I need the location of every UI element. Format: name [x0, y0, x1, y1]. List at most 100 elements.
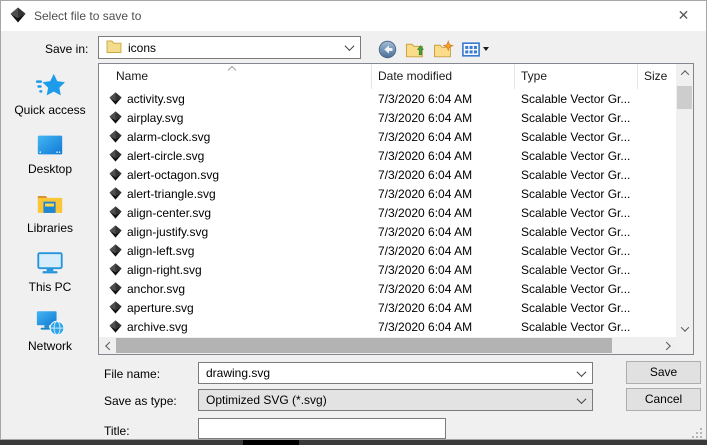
quick-access-icon — [35, 71, 65, 101]
horizontal-scrollbar[interactable] — [99, 337, 676, 354]
file-date-modified: 7/3/2020 6:04 AM — [372, 244, 515, 258]
inkscape-file-icon — [109, 301, 122, 314]
create-new-folder-button[interactable] — [433, 40, 454, 59]
file-name: alarm-clock.svg — [127, 130, 210, 144]
scroll-right-arrow[interactable] — [659, 337, 676, 354]
inkscape-file-icon — [109, 282, 122, 295]
save-as-type-label: Save as type: — [104, 394, 177, 408]
resize-grip[interactable] — [691, 427, 703, 442]
desktop-icon — [35, 130, 65, 160]
folder-new-icon — [433, 40, 454, 59]
file-name-combobox[interactable]: drawing.svg — [198, 362, 593, 384]
file-date-modified: 7/3/2020 6:04 AM — [372, 301, 515, 315]
libraries-icon — [35, 189, 65, 219]
save-button[interactable]: Save — [626, 361, 701, 384]
inkscape-file-icon — [109, 187, 122, 200]
sidebar-item-label: Quick access — [14, 103, 85, 117]
column-header-size[interactable]: Size — [638, 64, 676, 89]
cancel-button[interactable]: Cancel — [626, 388, 701, 411]
file-row[interactable]: anchor.svg 7/3/2020 6:04 AM Scalable Vec… — [99, 279, 676, 298]
vertical-scroll-thumb[interactable] — [677, 86, 692, 109]
file-type: Scalable Vector Gr... — [515, 168, 638, 182]
horizontal-scroll-thumb[interactable] — [116, 338, 612, 353]
column-header-type[interactable]: Type — [515, 64, 638, 89]
inkscape-file-icon — [109, 263, 122, 276]
sidebar-item-this-pc[interactable]: This PC — [4, 248, 96, 294]
up-one-level-button[interactable] — [405, 40, 425, 59]
close-icon: ✕ — [678, 7, 690, 24]
save-in-value: icons — [128, 41, 156, 55]
file-row[interactable]: archive.svg 7/3/2020 6:04 AM Scalable Ve… — [99, 317, 676, 336]
file-type: Scalable Vector Gr... — [515, 263, 638, 277]
sidebar-item-libraries[interactable]: Libraries — [4, 189, 96, 235]
back-arrow-icon — [378, 40, 397, 59]
file-row[interactable]: alert-triangle.svg 7/3/2020 6:04 AM Scal… — [99, 184, 676, 203]
chevron-down-icon — [577, 394, 587, 404]
scroll-down-arrow[interactable] — [676, 320, 693, 337]
sidebar-item-network[interactable]: Network — [4, 307, 96, 353]
file-date-modified: 7/3/2020 6:04 AM — [372, 320, 515, 334]
places-sidebar: Quick access Desktop — [2, 65, 98, 355]
scroll-left-arrow[interactable] — [99, 337, 116, 354]
file-date-modified: 7/3/2020 6:04 AM — [372, 225, 515, 239]
file-date-modified: 7/3/2020 6:04 AM — [372, 149, 515, 163]
save-as-type-value: Optimized SVG (*.svg) — [206, 393, 327, 407]
column-headers: Name Date modified Type Size — [99, 64, 676, 89]
inkscape-file-icon — [109, 92, 122, 105]
inkscape-file-icon — [109, 244, 122, 257]
file-type: Scalable Vector Gr... — [515, 301, 638, 315]
menu-caret-icon — [483, 47, 489, 51]
titlebar: Select file to save to ✕ — [1, 1, 706, 31]
sidebar-item-label: Libraries — [27, 221, 73, 235]
inkscape-file-icon — [109, 111, 122, 124]
file-row[interactable]: align-justify.svg 7/3/2020 6:04 AM Scala… — [99, 222, 676, 241]
file-row[interactable]: alert-octagon.svg 7/3/2020 6:04 AM Scala… — [99, 165, 676, 184]
view-grid-icon — [462, 41, 480, 58]
sidebar-item-desktop[interactable]: Desktop — [4, 130, 96, 176]
file-row[interactable]: activity.svg 7/3/2020 6:04 AM Scalable V… — [99, 89, 676, 108]
file-row[interactable]: align-right.svg 7/3/2020 6:04 AM Scalabl… — [99, 260, 676, 279]
title-label: Title: — [104, 424, 130, 438]
file-name-label: File name: — [104, 367, 160, 381]
column-header-date-modified[interactable]: Date modified — [372, 64, 515, 89]
file-row[interactable]: airplay.svg 7/3/2020 6:04 AM Scalable Ve… — [99, 108, 676, 127]
file-row[interactable]: align-center.svg 7/3/2020 6:04 AM Scalab… — [99, 203, 676, 222]
back-button[interactable] — [378, 40, 397, 59]
inkscape-file-icon — [109, 149, 122, 162]
file-row[interactable]: align-left.svg 7/3/2020 6:04 AM Scalable… — [99, 241, 676, 260]
sidebar-item-quick-access[interactable]: Quick access — [4, 71, 96, 117]
file-row[interactable]: alert-circle.svg 7/3/2020 6:04 AM Scalab… — [99, 146, 676, 165]
file-name: align-justify.svg — [127, 225, 208, 239]
file-row[interactable]: aperture.svg 7/3/2020 6:04 AM Scalable V… — [99, 298, 676, 317]
file-date-modified: 7/3/2020 6:04 AM — [372, 206, 515, 220]
this-pc-icon — [35, 248, 65, 278]
file-name: align-center.svg — [127, 206, 211, 220]
file-type: Scalable Vector Gr... — [515, 244, 638, 258]
save-as-type-combobox[interactable]: Optimized SVG (*.svg) — [198, 389, 593, 411]
save-in-combobox[interactable]: icons — [98, 36, 361, 59]
file-date-modified: 7/3/2020 6:04 AM — [372, 263, 515, 277]
view-menu-button[interactable] — [462, 41, 489, 58]
inkscape-logo-icon — [10, 7, 26, 26]
chevron-down-icon — [577, 367, 587, 377]
scroll-up-arrow[interactable] — [676, 64, 693, 81]
sidebar-item-label: Network — [28, 339, 72, 353]
file-type: Scalable Vector Gr... — [515, 206, 638, 220]
file-date-modified: 7/3/2020 6:04 AM — [372, 168, 515, 182]
save-in-label: Save in: — [45, 42, 88, 56]
inkscape-file-icon — [109, 168, 122, 181]
network-icon — [35, 307, 65, 337]
inkscape-file-icon — [109, 130, 122, 143]
folder-up-icon — [405, 40, 425, 59]
inkscape-file-icon — [109, 206, 122, 219]
file-name: alert-circle.svg — [127, 149, 204, 163]
file-name-value: drawing.svg — [206, 366, 270, 380]
file-row[interactable]: alarm-clock.svg 7/3/2020 6:04 AM Scalabl… — [99, 127, 676, 146]
close-button[interactable]: ✕ — [661, 1, 706, 30]
inkscape-file-icon — [109, 225, 122, 238]
column-header-name[interactable]: Name — [99, 64, 372, 89]
file-name: anchor.svg — [127, 282, 185, 296]
title-input[interactable] — [198, 418, 446, 439]
vertical-scrollbar[interactable] — [676, 64, 693, 337]
file-date-modified: 7/3/2020 6:04 AM — [372, 130, 515, 144]
